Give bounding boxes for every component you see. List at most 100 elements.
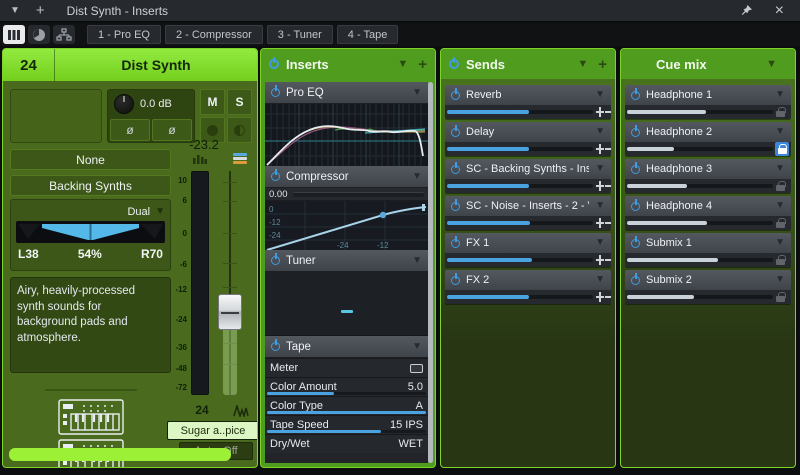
phase-invert-left-button[interactable]: ø [110, 119, 150, 141]
cue-item[interactable]: Headphone 3▼ [625, 159, 791, 193]
chevron-down-icon[interactable]: ▼ [775, 164, 785, 174]
eq-curve-graph[interactable] [265, 104, 428, 166]
send-item[interactable]: Delay▼ [445, 122, 611, 156]
power-icon[interactable] [451, 239, 460, 248]
tape-param-tape-speed[interactable]: Tape Speed 15 IPS [265, 415, 428, 434]
gain-knob[interactable] [114, 94, 134, 114]
chevron-down-icon[interactable]: ▼ [775, 90, 785, 100]
power-icon[interactable] [451, 276, 460, 285]
chevron-down-icon[interactable]: ▼ [775, 238, 785, 248]
cue-level-slider[interactable] [625, 142, 791, 156]
chevron-down-icon[interactable]: ▼ [775, 127, 785, 137]
cue-item[interactable]: Headphone 2▼ [625, 122, 791, 156]
chevron-down-icon[interactable]: ▼ [595, 164, 605, 174]
send-level-slider[interactable] [445, 216, 611, 230]
chevron-down-icon[interactable]: ▼ [412, 88, 422, 98]
send-item[interactable]: Reverb▼ [445, 85, 611, 119]
prefader-toggle-icon[interactable] [596, 218, 606, 228]
send-level-slider[interactable] [445, 105, 611, 119]
pan-view-icon[interactable] [28, 25, 50, 44]
send-item[interactable]: FX 2▼ [445, 270, 611, 304]
cue-level-slider[interactable] [625, 179, 791, 193]
tape-param-dry-wet[interactable]: Dry/Wet WET [265, 434, 428, 453]
mute-button[interactable]: M [200, 89, 225, 115]
pan-center-value[interactable]: 54% [78, 247, 102, 261]
cue-level-slider[interactable] [625, 216, 791, 230]
meter-display-icon[interactable] [410, 364, 423, 373]
chevron-down-icon[interactable]: ▼ [775, 201, 785, 211]
chevron-down-icon[interactable]: ▼ [595, 275, 605, 285]
chevron-down-icon[interactable]: ▼ [595, 90, 605, 100]
tape-param-color-amount[interactable]: Color Amount 5.0 [265, 377, 428, 396]
power-icon[interactable] [449, 59, 459, 69]
tape-param-color-type[interactable]: Color Type A [265, 396, 428, 415]
power-icon[interactable] [631, 165, 640, 174]
power-icon[interactable] [271, 88, 280, 97]
add-insert-button[interactable]: + [418, 57, 427, 72]
send-item[interactable]: SC - Backing Synths - Inser..eter▼ [445, 159, 611, 193]
layer-name-badge[interactable]: Sugar a..pice [167, 421, 258, 440]
rack-scrollbar[interactable] [428, 82, 433, 463]
prefader-toggle-icon[interactable] [596, 181, 606, 191]
lock-icon[interactable] [775, 179, 789, 193]
close-icon[interactable]: × [775, 3, 784, 19]
power-icon[interactable] [631, 91, 640, 100]
pan-visual[interactable] [16, 221, 165, 243]
pan-left-value[interactable]: L38 [18, 247, 39, 261]
lock-icon[interactable] [775, 290, 789, 304]
meter-bars-icon[interactable] [193, 154, 207, 164]
prefader-toggle-icon[interactable] [596, 255, 606, 265]
send-level-slider[interactable] [445, 290, 611, 304]
peak-meter-value[interactable]: -23.2 [171, 137, 237, 152]
chevron-down-icon[interactable]: ▼ [412, 256, 422, 266]
cue-level-slider[interactable] [625, 290, 791, 304]
solo-button[interactable]: S [227, 89, 252, 115]
power-icon[interactable] [269, 59, 279, 69]
chevron-down-icon[interactable]: ▼ [595, 201, 605, 211]
track-notes[interactable]: Airy, heavily-processed synth sounds for… [10, 277, 171, 373]
lock-icon[interactable] [775, 216, 789, 230]
pin-icon[interactable] [740, 4, 753, 17]
tab-tape[interactable]: 4 - Tape [337, 25, 399, 44]
channel-strip-view-icon[interactable] [3, 25, 25, 44]
tape-param-meter[interactable]: Meter [265, 358, 428, 377]
input-select-button[interactable]: None [10, 149, 171, 170]
cue-level-slider[interactable] [625, 105, 791, 119]
routing-view-icon[interactable] [53, 25, 75, 44]
device-tuner[interactable]: Tuner ▼ [265, 250, 428, 272]
tab-compressor[interactable]: 2 - Compressor [165, 25, 263, 44]
send-level-slider[interactable] [445, 142, 611, 156]
cue-item[interactable]: Submix 2▼ [625, 270, 791, 304]
tab-pro-eq[interactable]: 1 - Pro EQ [87, 25, 161, 44]
send-level-slider[interactable] [445, 179, 611, 193]
lock-icon[interactable] [775, 105, 789, 119]
input-source-box[interactable] [10, 89, 102, 143]
channel-header[interactable]: 24 Dist Synth [3, 49, 257, 81]
chevron-down-icon[interactable]: ▼ [595, 127, 605, 137]
compressor-curve-graph[interactable]: 0 -12 -24 -24 -12 [265, 201, 428, 250]
power-icon[interactable] [631, 276, 640, 285]
chevron-down-icon[interactable]: ▼ [412, 342, 422, 352]
power-icon[interactable] [631, 128, 640, 137]
pan-mode-label[interactable]: Dual [127, 206, 150, 218]
prefader-toggle-icon[interactable] [596, 292, 606, 302]
power-icon[interactable] [451, 128, 460, 137]
group-select-button[interactable]: Backing Synths [10, 175, 171, 196]
power-icon[interactable] [631, 239, 640, 248]
pan-right-value[interactable]: R70 [141, 247, 163, 261]
device-tape[interactable]: Tape ▼ [265, 336, 428, 358]
fader-handle[interactable] [218, 294, 242, 330]
chevron-down-icon[interactable]: ▼ [155, 207, 165, 217]
prefader-toggle-icon[interactable] [596, 144, 606, 154]
power-icon[interactable] [451, 165, 460, 174]
window-menu-caret-icon[interactable]: ▼ [10, 5, 20, 16]
tab-tuner[interactable]: 3 - Tuner [267, 25, 333, 44]
device-pro-eq[interactable]: Pro EQ ▼ [265, 82, 428, 104]
layers-icon[interactable] [233, 153, 247, 165]
chevron-down-icon[interactable]: ▼ [766, 59, 777, 70]
cue-item[interactable]: Headphone 1▼ [625, 85, 791, 119]
power-icon[interactable] [451, 91, 460, 100]
chevron-down-icon[interactable]: ▼ [595, 238, 605, 248]
lock-icon[interactable] [775, 253, 789, 267]
power-icon[interactable] [271, 172, 280, 181]
